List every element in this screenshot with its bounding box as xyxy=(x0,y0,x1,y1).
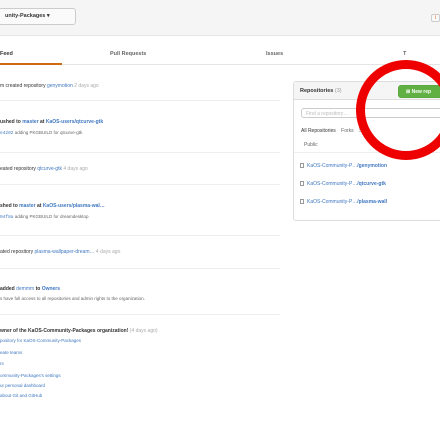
commit-message: adding PKGBUILD for dreamdesktop xyxy=(13,214,89,219)
tab-issues[interactable]: Issues xyxy=(266,51,283,57)
team-link[interactable]: Owners xyxy=(42,286,60,292)
commit-row: 04f8a adding PKGBUILD for dreamdesktop xyxy=(0,214,290,220)
commit-message: adding PKGBUILD for qtcurve-gtk xyxy=(13,130,83,135)
org-tip-link[interactable]: rs xyxy=(0,361,290,366)
feed-divider xyxy=(0,235,280,236)
org-tip-link[interactable]: ommunity-Packages's settings xyxy=(0,373,290,378)
timestamp: 4 days ago xyxy=(61,166,88,172)
feed-item-push: shed to master at KaOS-users/plasma-wal… xyxy=(0,203,290,209)
repo-list-item[interactable]: KaOS-Community-P…/qtcurve-gtk xyxy=(300,181,386,187)
repo-icon xyxy=(300,163,304,169)
commit-sha-link[interactable]: e4202 xyxy=(0,131,14,136)
commit-sha-link[interactable]: 04f8a xyxy=(0,215,14,220)
repo-name: /plasma-wall xyxy=(357,199,388,205)
feed-text: ated repository xyxy=(0,249,35,255)
repo-icon xyxy=(300,199,304,205)
repo-link[interactable]: genymotion xyxy=(47,83,73,89)
org-switcher[interactable]: unity-Packages ▾ xyxy=(0,8,76,25)
org-tip-link[interactable]: pository for KaOS-Community-Packages xyxy=(0,338,290,343)
branch-link[interactable]: master xyxy=(19,203,35,209)
repo-list-item[interactable]: KaOS-Community-P…/plasma-wall xyxy=(300,199,387,205)
feed-item-team-add: added demmm to Owners xyxy=(0,286,290,292)
feed-divider xyxy=(0,152,280,153)
repo-name: /qtcurve-gtk xyxy=(357,181,386,187)
feed-divider xyxy=(0,314,280,315)
repo-name: /genymotion xyxy=(357,163,388,169)
feed-text: m created repository xyxy=(0,83,47,89)
repo-link[interactable]: KaOS-users/qtcurve-gtk xyxy=(46,119,103,125)
repo-owner: KaOS-Community-P… xyxy=(307,199,358,205)
org-tip-link[interactable]: ur personal dashboard xyxy=(0,383,290,388)
tab-feed[interactable]: Feed xyxy=(0,51,13,57)
org-tip-link[interactable]: eate teams xyxy=(0,350,290,355)
repo-link[interactable]: qtcurve-gtk xyxy=(37,166,62,172)
feed-item-create-repo: ated repository plasma-wallpaper-dream… … xyxy=(0,249,290,255)
rss-icon[interactable]: ⌇ xyxy=(431,14,440,22)
repo-link[interactable]: KaOS-users/plasma-wal… xyxy=(43,203,105,209)
feed-text: ushed to xyxy=(0,119,23,125)
team-description: s have full access to all repositories a… xyxy=(0,296,145,301)
feed-text: at xyxy=(38,119,46,125)
repo-owner: KaOS-Community-P… xyxy=(307,163,358,169)
tab-pull-requests[interactable]: Pull Requests xyxy=(110,51,146,57)
feed-text: to xyxy=(34,286,42,292)
feed-item-create-repo: eated repository qtcurve-gtk 4 days ago xyxy=(0,166,290,172)
repositories-count: (3) xyxy=(333,88,342,94)
feed-item-org-owner: wner of the KaOS-Community-Packages orga… xyxy=(0,328,290,334)
repositories-title: Repositories (3) xyxy=(300,88,342,94)
commit-row: e4202 adding PKGBUILD for qtcurve-gtk xyxy=(0,130,290,136)
repo-icon xyxy=(300,181,304,187)
feed-item-create-repo: m created repository genymotion 2 days a… xyxy=(0,83,290,89)
org-tip-link[interactable]: about Git and GitHub xyxy=(0,393,290,398)
tabs-divider xyxy=(0,64,440,65)
feed-text: wner of the KaOS-Community-Packages orga… xyxy=(0,328,129,334)
user-link[interactable]: demmm xyxy=(16,286,34,292)
tab-4[interactable]: T xyxy=(403,51,406,57)
repo-owner: KaOS-Community-P… xyxy=(307,181,358,187)
feed-text: shed to xyxy=(0,203,20,209)
filter-tab-forks[interactable]: Forks xyxy=(341,128,354,134)
branch-link[interactable]: master xyxy=(22,119,38,125)
feed-text: added xyxy=(0,286,17,292)
feed-divider xyxy=(0,268,280,269)
timestamp: 2 days ago xyxy=(72,83,99,89)
page-header: unity-Packages ▾ ⌇ xyxy=(0,0,440,36)
timestamp: (4 days ago) xyxy=(128,328,158,334)
timestamp: 4 days ago xyxy=(94,249,121,255)
feed-item-push: ushed to master at KaOS-users/qtcurve-gt… xyxy=(0,119,290,125)
feed-divider xyxy=(0,100,280,101)
feed-text: at xyxy=(35,203,43,209)
repositories-title-text: Repositories xyxy=(300,88,334,94)
tab-active-indicator xyxy=(0,63,62,65)
feed-divider xyxy=(0,184,280,185)
feed-text: eated repository xyxy=(0,166,38,172)
repo-list-item[interactable]: KaOS-Community-P…/genymotion xyxy=(300,163,387,169)
public-label: Public xyxy=(304,142,318,148)
repo-link[interactable]: plasma-wallpaper-dream… xyxy=(34,249,94,255)
filter-tab-all[interactable]: All Repositories xyxy=(301,128,336,134)
